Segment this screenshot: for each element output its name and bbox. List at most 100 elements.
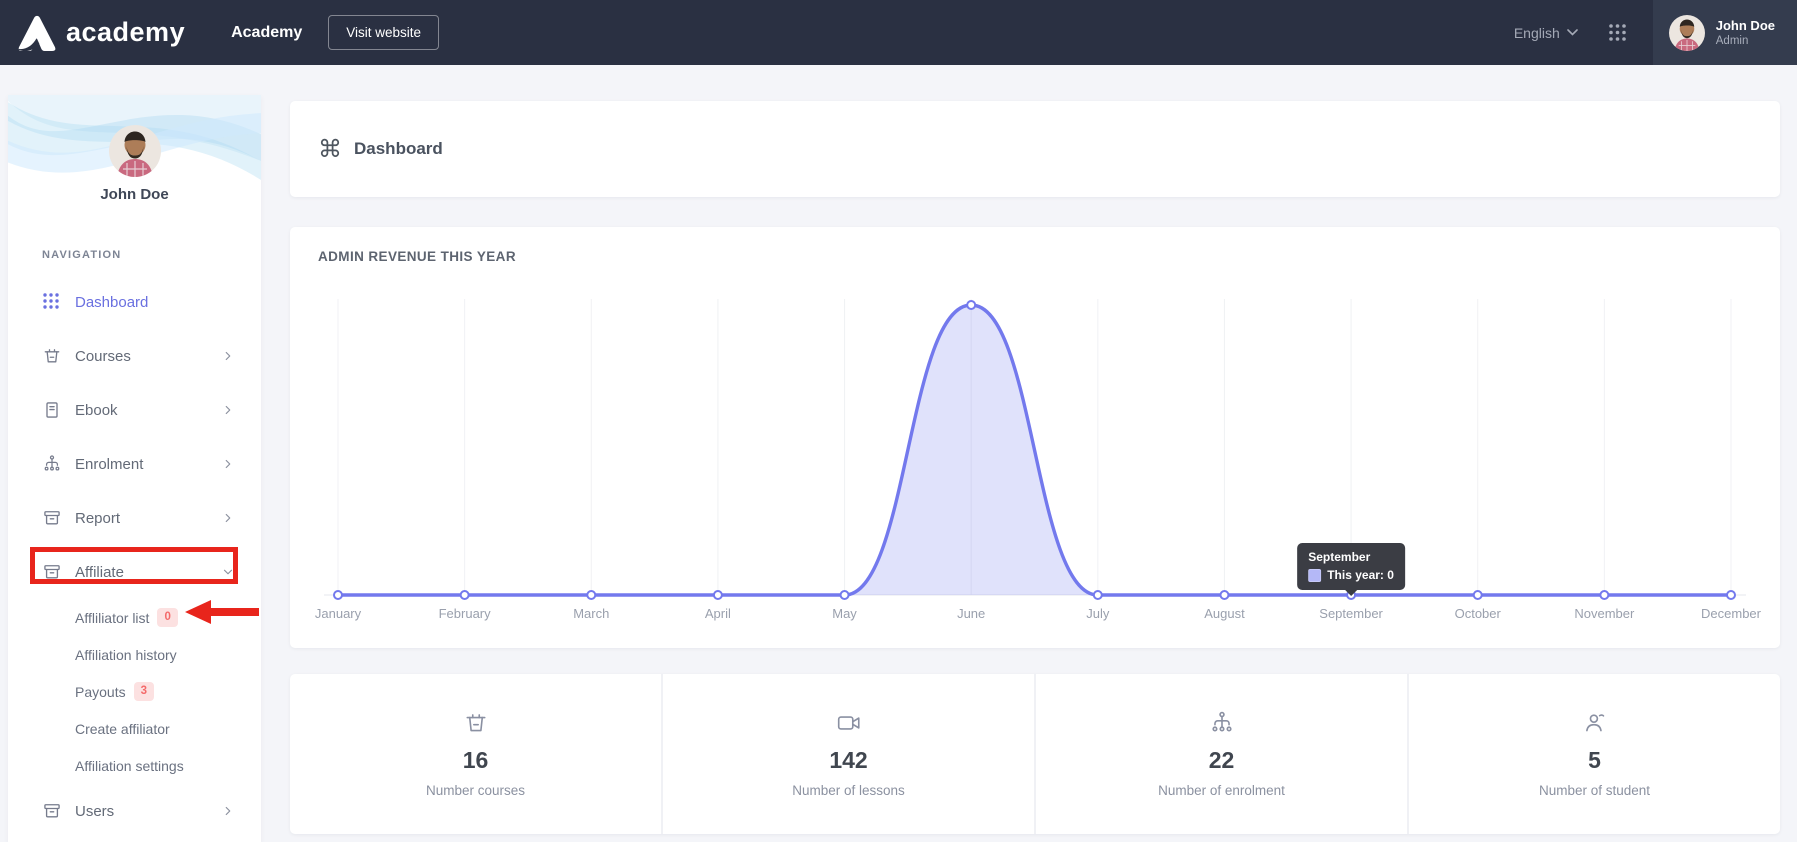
chevron-down-icon: [221, 565, 235, 579]
stat-value: 142: [829, 747, 867, 774]
sidebar-item-label: Report: [75, 510, 221, 527]
month-label: February: [439, 606, 492, 621]
subitem-label: Affiliation history: [75, 647, 177, 663]
stat-number-enrolment: 22 Number of enrolment: [1034, 674, 1407, 834]
data-point-marker[interactable]: [587, 591, 595, 599]
stat-label: Number of enrolment: [1158, 783, 1285, 798]
user-name: John Doe: [1716, 18, 1775, 34]
sidebar-item-ebook[interactable]: Ebook: [8, 383, 261, 437]
profile-avatar[interactable]: [109, 125, 161, 177]
user-role: Admin: [1716, 35, 1775, 47]
month-label: July: [1086, 606, 1110, 621]
month-label: March: [573, 606, 609, 621]
tooltip-month: September: [1308, 550, 1394, 564]
command-icon: ⌘: [318, 135, 342, 163]
sidebar-item-courses[interactable]: Courses: [8, 329, 261, 383]
data-point-marker[interactable]: [461, 591, 469, 599]
language-label: English: [1514, 25, 1560, 41]
sidebar-item-enrolment[interactable]: Enrolment: [8, 437, 261, 491]
subitem-label: Affliliator list: [75, 610, 149, 626]
archive-box-icon: [42, 801, 62, 821]
user-menu[interactable]: John Doe Admin: [1653, 0, 1797, 65]
sidebar-subitem-payouts[interactable]: Payouts 3: [8, 673, 261, 710]
archive-box-icon: [42, 508, 62, 528]
sidebar-item-label: Courses: [75, 348, 221, 365]
language-dropdown[interactable]: English: [1514, 25, 1578, 41]
month-label: April: [705, 606, 731, 621]
count-badge: 0: [157, 608, 177, 627]
chevron-right-icon: [221, 804, 235, 818]
grid-dots-icon: [42, 292, 62, 312]
chevron-right-icon: [221, 349, 235, 363]
chart-tooltip: September This year: 0: [1297, 543, 1405, 590]
month-label: August: [1204, 606, 1245, 621]
sidebar-item-label: Enrolment: [75, 456, 221, 473]
stat-value: 5: [1588, 747, 1601, 774]
stat-value: 22: [1209, 747, 1235, 774]
chevron-down-icon: [1567, 29, 1578, 36]
page-title: Dashboard: [354, 139, 443, 159]
revenue-chart-card: ADMIN REVENUE THIS YEAR JanuaryFebruaryM…: [290, 227, 1780, 648]
stat-label: Number of lessons: [792, 783, 905, 798]
data-point-marker[interactable]: [967, 301, 975, 309]
user-avatar: [1669, 15, 1705, 51]
book-icon: [42, 400, 62, 420]
data-point-marker[interactable]: [1600, 591, 1608, 599]
chevron-right-icon: [221, 511, 235, 525]
sidebar-item-label: Affiliate: [75, 564, 221, 581]
sidebar-item-dashboard[interactable]: Dashboard: [8, 275, 261, 329]
sitemap-icon: [42, 454, 62, 474]
sidebar-subitem-affiliation-history[interactable]: Affiliation history: [8, 636, 261, 673]
video-camera-icon: [836, 710, 862, 736]
logo-text: academy: [66, 17, 185, 48]
data-point-marker[interactable]: [714, 591, 722, 599]
month-label: January: [315, 606, 362, 621]
sidebar-item-affiliate[interactable]: Affiliate: [8, 545, 261, 599]
series-swatch: [1308, 569, 1321, 582]
month-label: December: [1701, 606, 1762, 621]
sidebar-subitem-affiliation-settings[interactable]: Affiliation settings: [8, 747, 261, 784]
data-point-marker[interactable]: [841, 591, 849, 599]
month-label: June: [957, 606, 985, 621]
sitemap-icon: [1209, 710, 1235, 736]
subitem-label: Payouts: [75, 684, 126, 700]
sidebar-subitem-create-affiliator[interactable]: Create affiliator: [8, 710, 261, 747]
month-label: November: [1574, 606, 1635, 621]
stat-number-students: 5 Number of student: [1407, 674, 1780, 834]
data-point-marker[interactable]: [1474, 591, 1482, 599]
navigation-section-label: NAVIGATION: [42, 249, 261, 261]
sidebar-item-report[interactable]: Report: [8, 491, 261, 545]
visit-website-button[interactable]: Visit website: [328, 15, 439, 50]
tooltip-value: This year: 0: [1327, 568, 1394, 582]
basket-icon: [42, 346, 62, 366]
stat-label: Number courses: [426, 783, 525, 798]
sidebar-item-label: Users: [75, 803, 221, 820]
data-point-marker[interactable]: [1727, 591, 1735, 599]
month-label: October: [1455, 606, 1502, 621]
chevron-right-icon: [221, 457, 235, 471]
logo-a-icon: [16, 14, 58, 52]
apps-grid-icon[interactable]: [1608, 23, 1627, 42]
subitem-label: Create affiliator: [75, 721, 170, 737]
basket-icon: [463, 710, 489, 736]
data-point-marker[interactable]: [334, 591, 342, 599]
sidebar-item-users[interactable]: Users: [8, 784, 261, 838]
logo[interactable]: academy: [16, 14, 185, 52]
page-header-card: ⌘ Dashboard: [290, 101, 1780, 197]
app-name: Academy: [231, 24, 302, 42]
subitem-label: Affiliation settings: [75, 758, 184, 774]
revenue-area-chart[interactable]: JanuaryFebruaryMarchAprilMayJuneJulyAugu…: [290, 227, 1780, 648]
month-label: September: [1319, 606, 1383, 621]
stat-number-lessons: 142 Number of lessons: [661, 674, 1034, 834]
stat-label: Number of student: [1539, 783, 1650, 798]
sidebar-subitem-affiliator-list[interactable]: Affliliator list 0: [8, 599, 261, 636]
sidebar-item-label: Dashboard: [75, 294, 235, 311]
top-navbar: academy Academy Visit website English: [0, 0, 1797, 65]
data-point-marker[interactable]: [1094, 591, 1102, 599]
student-person-icon: [1582, 710, 1608, 736]
stat-value: 16: [463, 747, 489, 774]
chart-title: ADMIN REVENUE THIS YEAR: [318, 249, 516, 264]
data-point-marker[interactable]: [1220, 591, 1228, 599]
profile-name: John Doe: [8, 186, 261, 203]
sidebar: John Doe NAVIGATION Dashboard Courses: [8, 95, 261, 842]
